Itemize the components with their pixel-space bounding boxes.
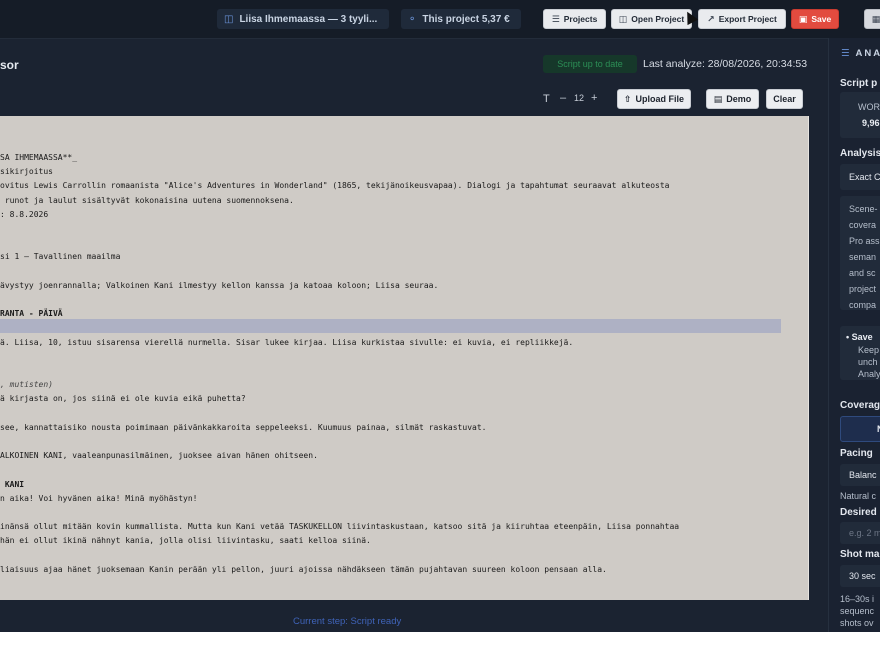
word-count-value: 9,96	[862, 118, 880, 128]
save-info-line: Keep	[858, 345, 880, 355]
script-label: Script p	[840, 78, 878, 89]
analysis-description-line: and sc	[849, 268, 876, 278]
analysis-mode-value: Exact C	[849, 172, 880, 182]
font-increase-button[interactable]: +	[591, 92, 597, 104]
window-bottom	[0, 632, 880, 660]
font-size-value: 12	[574, 93, 585, 103]
script-line: liaisuus ajaa hänet juoksemaan Kanin per…	[0, 564, 607, 574]
list-icon: ☰	[551, 13, 560, 24]
save-info-title: • Save	[846, 332, 873, 342]
scene-heading-highlight	[0, 319, 781, 333]
analysis-description-line: seman	[849, 252, 877, 262]
demo-button[interactable]: ▤ Demo	[706, 89, 759, 109]
save-button[interactable]: ▣ Save	[791, 9, 839, 29]
save-info-line: unch	[858, 357, 878, 367]
pacing-select[interactable]: Balanc	[840, 464, 880, 486]
shot-max-label: Shot ma	[840, 549, 880, 560]
desired-input[interactable]: e.g. 2 m	[840, 522, 880, 544]
script-line: hän ei ollut ikinä nähnyt kania, jolla o…	[0, 536, 371, 546]
analysis-description-line: Scene-	[849, 204, 878, 214]
word-count-card: WOR 9,96	[840, 92, 880, 138]
project-name: Liisa Ihmemaassa — 3 tyyli...	[239, 13, 378, 25]
desired-placeholder: e.g. 2 m	[849, 528, 880, 538]
script-line: ävystyy joenrannalla; Valkoinen Kani ilm…	[0, 280, 439, 290]
status-strip	[0, 600, 828, 632]
coins-icon: ⚬	[408, 13, 417, 25]
shot-max-help-line: sequenc	[840, 606, 875, 616]
project-cost: This project 5,37 €	[422, 13, 510, 25]
font-size-icon: T	[543, 93, 550, 105]
word-count-label: WOR	[858, 102, 880, 112]
top-bar: ◫ Liisa Ihmemaassa — 3 tyyli... ⚬ This p…	[0, 0, 880, 39]
script-line: see, kannattaisiko nousta poimimaan päiv…	[0, 422, 487, 432]
analysis-panel: ☰ ANA Script p WOR 9,96 Analysis Exact C …	[828, 38, 880, 632]
open-project-button[interactable]: ◫ Open Project	[611, 9, 692, 29]
analysis-description-line: compa	[849, 300, 877, 310]
analysis-description-line: Pro ass	[849, 236, 880, 246]
menu-icon: ▦	[871, 13, 880, 24]
analysis-description: Scene-covera Pro ass seman and sc project com…	[840, 196, 880, 310]
pacing-label: Pacing	[840, 448, 873, 459]
last-analyze: Last analyze: 28/08/2026, 20:34:53	[643, 58, 808, 70]
script-line: runot ja laulut sisältyvät kokonaisina u…	[0, 195, 294, 205]
script-line: ä. Liisa, 10, istuu sisarensa vierellä n…	[0, 337, 574, 347]
coverage-label: Coverag	[840, 400, 880, 411]
shot-max-value: 30 sec	[849, 571, 876, 581]
current-step: Current step: Script ready	[293, 616, 402, 627]
script-line: sikirjoitus	[0, 167, 53, 177]
shot-max-select[interactable]: 30 sec	[840, 565, 880, 587]
script-line: : 8.8.2026	[0, 209, 49, 219]
natural-label: Natural c	[840, 491, 877, 501]
clear-button[interactable]: Clear	[766, 89, 803, 109]
script-line: KANI	[0, 479, 25, 489]
save-info-line: Analy	[858, 369, 880, 379]
script-line: , mutisten)	[0, 380, 53, 390]
save-info-card: • Save Keep unch Analy	[840, 326, 880, 380]
project-cost-chip: ⚬ This project 5,37 €	[401, 9, 521, 29]
desired-label: Desired	[840, 507, 877, 518]
overflow-button[interactable]: ▦	[864, 9, 880, 29]
script-line: n aika! Voi hyvänen aika! Minä myöhästyn…	[0, 493, 198, 503]
coverage-select[interactable]: N	[840, 416, 880, 442]
script-line: inänsä ollut mitään kovin kummallista. M…	[0, 522, 680, 532]
script-line: RANTA - PÄIVÄ	[0, 309, 63, 319]
analysis-mode-label: Analysis	[840, 148, 880, 159]
status-badge: Script up to date	[543, 55, 637, 73]
script-line: SA IHMEMAASSA**_	[0, 153, 78, 162]
list-icon: ☰	[841, 48, 852, 59]
pacing-value: Balanc	[849, 470, 877, 480]
script-line: ä kirjasta on, jos siinä ei ole kuvia ei…	[0, 394, 246, 404]
document-icon: ▤	[713, 93, 723, 104]
panel-title: sor	[0, 58, 19, 72]
upload-file-button[interactable]: ⇧ Upload File	[617, 89, 691, 109]
export-icon: ↗	[707, 13, 715, 24]
analysis-description-line: project	[849, 284, 877, 294]
editor-header: sor Script up to date Last analyze: 28/0…	[0, 38, 828, 88]
font-decrease-button[interactable]: –	[560, 92, 566, 104]
folder-open-icon: ◫	[618, 13, 628, 24]
save-icon: ▣	[798, 13, 808, 24]
upload-icon: ⇧	[623, 93, 632, 104]
editor-toolbar: T – 12 + ⇧ Upload File ▤ Demo Clear	[0, 88, 828, 114]
shot-max-help-line: shots ov	[840, 618, 874, 628]
analysis-description-line: covera	[849, 220, 877, 230]
analysis-mode-select[interactable]: Exact C	[840, 164, 880, 190]
projects-button[interactable]: ☰ Projects	[543, 9, 606, 29]
script-line: ALKOINEN KANI, vaaleanpunasilmäinen, juo…	[0, 451, 318, 461]
export-project-button[interactable]: ↗ Export Project	[698, 9, 786, 29]
script-editor[interactable]: SA IHMEMAASSA**_ sikirjoitus ovitus Lewis …	[0, 116, 809, 600]
script-line: si 1 — Tavallinen maailma	[0, 252, 121, 262]
analysis-title: ☰ ANA	[841, 48, 880, 59]
folder-icon: ◫	[224, 13, 234, 25]
script-line: ovitus Lewis Carrollin romaanista "Alice…	[0, 181, 670, 191]
shot-max-help-line: 16–30s i	[840, 594, 875, 604]
project-name-chip[interactable]: ◫ Liisa Ihmemaassa — 3 tyyli...	[217, 9, 389, 29]
